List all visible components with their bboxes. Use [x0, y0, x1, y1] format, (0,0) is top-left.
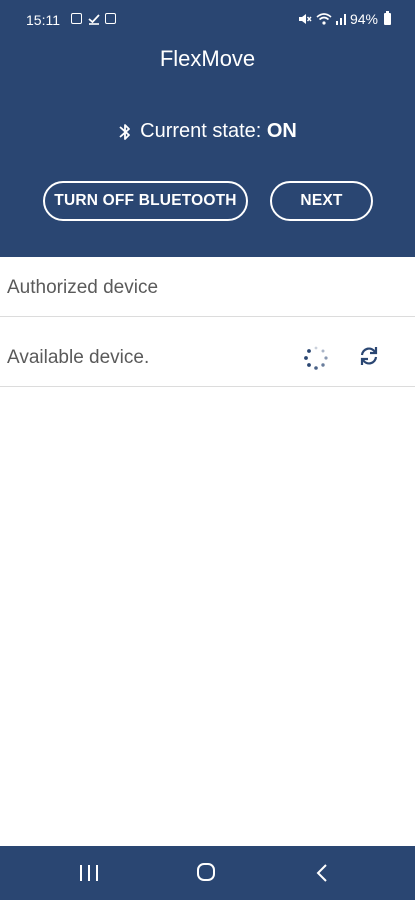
- app-title: FlexMove: [159, 46, 256, 71]
- signal-icon: [335, 14, 346, 25]
- status-left-icons: [71, 13, 116, 25]
- authorized-device-section: Authorized device: [0, 257, 415, 317]
- recent-apps-icon[interactable]: [80, 865, 100, 881]
- turn-off-bluetooth-button[interactable]: TURN OFF BLUETOOTH: [43, 181, 248, 221]
- home-icon[interactable]: [197, 863, 215, 881]
- wifi-icon: [316, 13, 332, 25]
- authorized-device-label: Authorized device: [7, 277, 159, 298]
- status-bar: 15:11 94%: [0, 0, 415, 40]
- refresh-icon[interactable]: [357, 344, 381, 368]
- bluetooth-icon: [119, 123, 131, 140]
- state-label: Current state:: [140, 120, 267, 142]
- available-device-label: Available device.: [7, 347, 150, 368]
- status-time: 15:11: [26, 12, 60, 28]
- navigation-bar: [0, 846, 415, 900]
- next-button[interactable]: NEXT: [270, 181, 373, 221]
- state-text: Current state: ON: [140, 120, 297, 143]
- loading-spinner-icon: [304, 346, 328, 370]
- battery-percent: 94%: [349, 11, 378, 27]
- sim-icon: [105, 13, 116, 24]
- gallery-icon: [71, 13, 82, 24]
- available-device-section: Available device.: [0, 317, 415, 387]
- bluetooth-state: Current state: ON: [0, 120, 415, 143]
- mute-icon: [298, 14, 312, 24]
- status-right-icons: 94%: [298, 11, 391, 27]
- state-value: ON: [266, 120, 297, 142]
- battery-icon: [384, 11, 391, 25]
- download-done-icon: [88, 13, 100, 25]
- app-header: 15:11 94% FlexMove Current state: ON TUR…: [0, 0, 415, 257]
- back-icon[interactable]: [315, 863, 329, 883]
